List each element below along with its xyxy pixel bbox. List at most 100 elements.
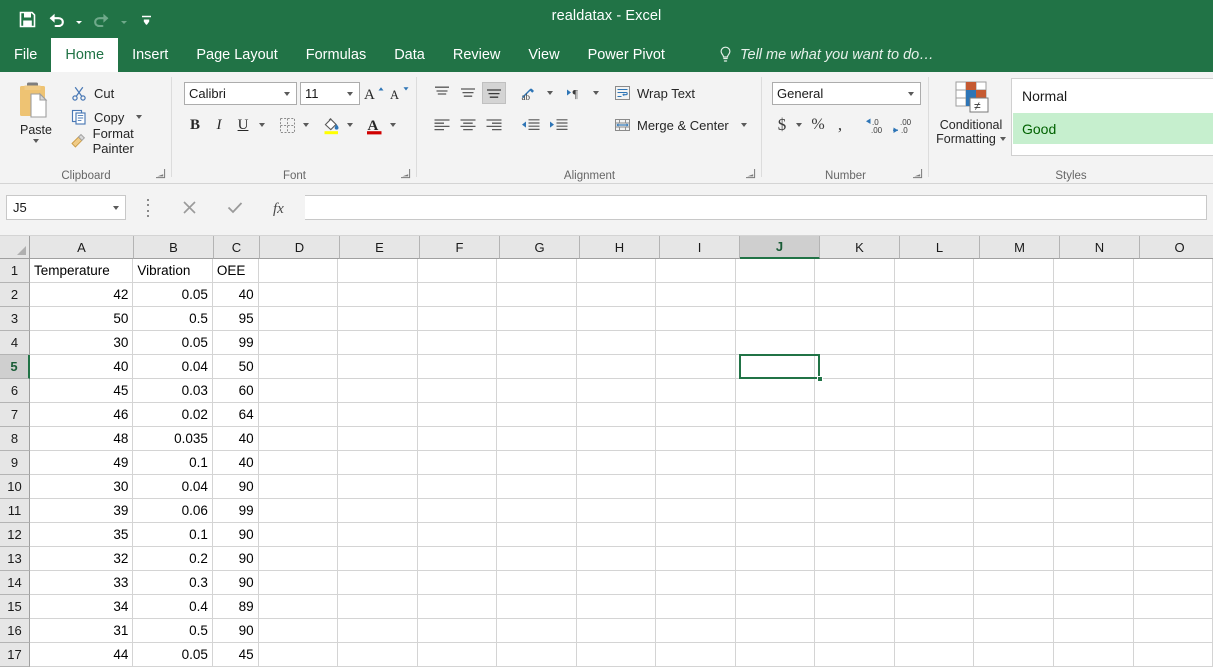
column-header-e[interactable]: E: [340, 236, 420, 259]
cell-I10[interactable]: [656, 475, 736, 499]
decrease-indent-icon[interactable]: [517, 114, 543, 136]
cell-N12[interactable]: [1054, 523, 1134, 547]
cell-J7[interactable]: [736, 403, 816, 427]
cell-M8[interactable]: [974, 427, 1054, 451]
tab-power-pivot[interactable]: Power Pivot: [574, 38, 679, 72]
decrease-decimal-icon[interactable]: .00.0: [890, 114, 918, 136]
cell-E4[interactable]: [338, 331, 418, 355]
cell-N2[interactable]: [1054, 283, 1134, 307]
cell-F9[interactable]: [418, 451, 498, 475]
cell-H8[interactable]: [577, 427, 657, 451]
cell-B11[interactable]: 0.06: [133, 499, 213, 523]
cell-B16[interactable]: 0.5: [133, 619, 213, 643]
cell-L7[interactable]: [895, 403, 975, 427]
cell-A17[interactable]: 44: [30, 643, 133, 667]
row-header-16[interactable]: 16: [0, 619, 30, 643]
row-header-13[interactable]: 13: [0, 547, 30, 571]
row-header-17[interactable]: 17: [0, 643, 30, 667]
wrap-text-button[interactable]: Wrap Text: [613, 82, 695, 104]
cell-E15[interactable]: [338, 595, 418, 619]
alignment-dialog-launcher[interactable]: [745, 168, 758, 181]
cell-B14[interactable]: 0.3: [133, 571, 213, 595]
column-header-b[interactable]: B: [134, 236, 214, 259]
cell-F12[interactable]: [418, 523, 498, 547]
cell-L2[interactable]: [895, 283, 975, 307]
cell-K15[interactable]: [815, 595, 895, 619]
cell-A7[interactable]: 46: [30, 403, 133, 427]
cell-F4[interactable]: [418, 331, 498, 355]
cell-D10[interactable]: [259, 475, 339, 499]
column-header-m[interactable]: M: [980, 236, 1060, 259]
cell-N3[interactable]: [1054, 307, 1134, 331]
cell-K17[interactable]: [815, 643, 895, 667]
cell-K6[interactable]: [815, 379, 895, 403]
cut-button[interactable]: Cut: [70, 82, 114, 104]
cell-H12[interactable]: [577, 523, 657, 547]
cell-A15[interactable]: 34: [30, 595, 133, 619]
column-header-d[interactable]: D: [260, 236, 340, 259]
cell-H2[interactable]: [577, 283, 657, 307]
paste-button[interactable]: Paste: [8, 80, 64, 156]
cell-I5[interactable]: [656, 355, 736, 379]
cell-A13[interactable]: 32: [30, 547, 133, 571]
cell-G14[interactable]: [497, 571, 577, 595]
cell-M17[interactable]: [974, 643, 1054, 667]
underline-dropdown-caret-icon[interactable]: [255, 114, 268, 136]
paste-dropdown-caret-icon[interactable]: [33, 139, 39, 143]
cell-E10[interactable]: [338, 475, 418, 499]
cell-N9[interactable]: [1054, 451, 1134, 475]
cell-J17[interactable]: [736, 643, 816, 667]
cell-O4[interactable]: [1134, 331, 1213, 355]
cell-styles-gallery[interactable]: Normal Good: [1011, 78, 1213, 156]
cell-K13[interactable]: [815, 547, 895, 571]
tell-me-search[interactable]: Tell me what you want to do…: [718, 38, 934, 72]
cell-N11[interactable]: [1054, 499, 1134, 523]
row-header-8[interactable]: 8: [0, 427, 30, 451]
column-header-a[interactable]: A: [30, 236, 134, 259]
font-size-caret-icon[interactable]: [345, 92, 355, 96]
cell-A11[interactable]: 39: [30, 499, 133, 523]
cell-I13[interactable]: [656, 547, 736, 571]
cell-D5[interactable]: [259, 355, 339, 379]
cell-J14[interactable]: [736, 571, 816, 595]
cell-M11[interactable]: [974, 499, 1054, 523]
cell-J1[interactable]: [736, 259, 816, 283]
cell-M13[interactable]: [974, 547, 1054, 571]
cell-B9[interactable]: 0.1: [133, 451, 213, 475]
cell-D6[interactable]: [259, 379, 339, 403]
font-color-dropdown-caret-icon[interactable]: [386, 114, 399, 136]
cell-B6[interactable]: 0.03: [133, 379, 213, 403]
cell-K10[interactable]: [815, 475, 895, 499]
cell-D12[interactable]: [259, 523, 339, 547]
percent-style-icon[interactable]: %: [807, 114, 829, 136]
cell-O13[interactable]: [1134, 547, 1213, 571]
cell-E12[interactable]: [338, 523, 418, 547]
bottom-align-icon[interactable]: [482, 82, 506, 104]
cell-G9[interactable]: [497, 451, 577, 475]
font-family-caret-icon[interactable]: [282, 92, 292, 96]
row-header-4[interactable]: 4: [0, 331, 30, 355]
cell-I4[interactable]: [656, 331, 736, 355]
cell-J4[interactable]: [736, 331, 816, 355]
cell-O9[interactable]: [1134, 451, 1213, 475]
column-header-n[interactable]: N: [1060, 236, 1140, 259]
cell-C14[interactable]: 90: [213, 571, 259, 595]
format-painter-button[interactable]: Format Painter: [70, 130, 172, 152]
cell-E13[interactable]: [338, 547, 418, 571]
cell-O3[interactable]: [1134, 307, 1213, 331]
cell-B7[interactable]: 0.02: [133, 403, 213, 427]
row-header-12[interactable]: 12: [0, 523, 30, 547]
cell-M4[interactable]: [974, 331, 1054, 355]
cell-K12[interactable]: [815, 523, 895, 547]
cell-B15[interactable]: 0.4: [133, 595, 213, 619]
conditional-formatting-button[interactable]: ≠ Conditional Formatting: [933, 80, 1009, 146]
cell-G5[interactable]: [497, 355, 577, 379]
cell-H13[interactable]: [577, 547, 657, 571]
row-header-5[interactable]: 5: [0, 355, 30, 379]
name-box[interactable]: J5: [6, 195, 126, 220]
column-header-l[interactable]: L: [900, 236, 980, 259]
cell-A8[interactable]: 48: [30, 427, 133, 451]
cell-E8[interactable]: [338, 427, 418, 451]
cell-D8[interactable]: [259, 427, 339, 451]
cell-F2[interactable]: [418, 283, 498, 307]
